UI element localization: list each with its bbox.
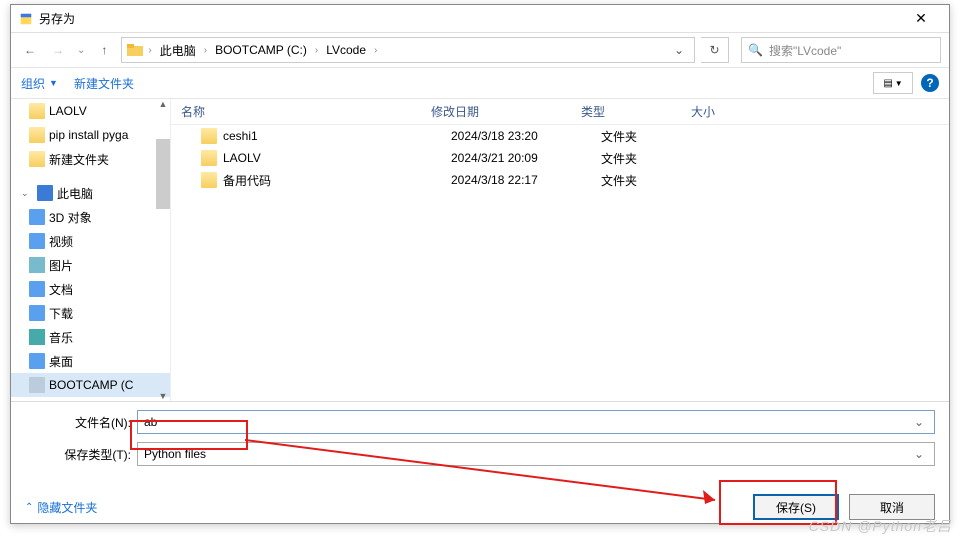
tree-item[interactable]: 桌面 <box>11 349 170 373</box>
chevron-right-icon[interactable]: › <box>313 45 320 56</box>
tree-item[interactable]: 文档 <box>11 277 170 301</box>
titlebar: 另存为 ✕ <box>11 5 949 33</box>
save-button[interactable]: 保存(S) <box>753 494 839 520</box>
chevron-down-icon[interactable]: ⌄ <box>910 415 928 429</box>
search-box[interactable]: 🔍 搜索"LVcode" <box>741 37 941 63</box>
nav-tree[interactable]: ▲ LAOLV pip install pyga 新建文件夹 ⌄此电脑 3D 对… <box>11 99 171 401</box>
tree-item[interactable]: 3D 对象 <box>11 205 170 229</box>
search-icon: 🔍 <box>748 43 763 57</box>
chevron-down-icon[interactable]: ⌄ <box>910 447 928 461</box>
col-date[interactable]: 修改日期 <box>421 103 571 120</box>
chevron-right-icon[interactable]: › <box>202 45 209 56</box>
chevron-right-icon[interactable]: › <box>372 45 379 56</box>
scrollbar-thumb[interactable] <box>156 139 170 209</box>
window-title: 另存为 <box>39 10 901 27</box>
tree-item[interactable]: 下载 <box>11 301 170 325</box>
scroll-up-icon[interactable]: ▲ <box>158 99 168 109</box>
pc-icon <box>37 185 53 201</box>
tree-group-pc[interactable]: ⌄此电脑 <box>11 181 170 205</box>
tree-item[interactable]: 新建文件夹 <box>11 147 170 171</box>
chevron-up-icon: ⌃ <box>25 502 33 513</box>
breadcrumb-seg-1[interactable]: BOOTCAMP (C:) <box>211 41 311 59</box>
footer: ⌃ 隐藏文件夹 保存(S) 取消 <box>11 484 949 530</box>
history-dropdown[interactable]: ⌄ <box>75 45 87 56</box>
desktop-icon <box>29 353 45 369</box>
documents-icon <box>29 281 45 297</box>
folder-icon <box>201 128 217 144</box>
folder-icon <box>126 41 144 59</box>
toolbar: 组织 ▼ 新建文件夹 ▤▼ ? <box>11 67 949 99</box>
savetype-field: 保存类型(T): Python files ⌄ <box>25 442 935 466</box>
close-icon[interactable]: ✕ <box>901 10 941 27</box>
downloads-icon <box>29 305 45 321</box>
filename-input-wrap[interactable]: ⌄ <box>137 410 935 434</box>
3d-icon <box>29 209 45 225</box>
folder-icon <box>29 151 45 167</box>
video-icon <box>29 233 45 249</box>
tree-item[interactable]: LAOLV <box>11 99 170 123</box>
savetype-label: 保存类型(T): <box>25 446 137 463</box>
list-body: ceshi1 2024/3/18 23:20 文件夹 LAOLV 2024/3/… <box>171 125 949 191</box>
col-name[interactable]: 名称 <box>171 103 421 120</box>
filename-field: 文件名(N): ⌄ <box>25 410 935 434</box>
hide-folders-toggle[interactable]: ⌃ 隐藏文件夹 <box>25 499 97 516</box>
organize-menu[interactable]: 组织 ▼ <box>21 75 58 92</box>
breadcrumb-seg-2[interactable]: LVcode <box>322 41 370 59</box>
cancel-button[interactable]: 取消 <box>849 494 935 520</box>
tree-item[interactable]: 音乐 <box>11 325 170 349</box>
scroll-down-icon[interactable]: ▼ <box>158 391 168 401</box>
new-folder-button[interactable]: 新建文件夹 <box>74 75 134 92</box>
search-placeholder: 搜索"LVcode" <box>769 42 841 59</box>
list-row[interactable]: LAOLV 2024/3/21 20:09 文件夹 <box>191 147 949 169</box>
music-icon <box>29 329 45 345</box>
expand-icon[interactable]: ⌄ <box>21 188 33 199</box>
folder-icon <box>201 150 217 166</box>
app-icon <box>19 12 33 26</box>
chevron-right-icon[interactable]: › <box>146 45 153 56</box>
breadcrumb-seg-0[interactable]: 此电脑 <box>156 40 200 61</box>
filename-input[interactable] <box>144 415 910 429</box>
body: ▲ LAOLV pip install pyga 新建文件夹 ⌄此电脑 3D 对… <box>11 99 949 401</box>
folder-icon <box>29 127 45 143</box>
pictures-icon <box>29 257 45 273</box>
saveas-window: 另存为 ✕ ← → ⌄ ↑ › 此电脑 › BOOTCAMP (C:) › LV… <box>10 4 950 524</box>
forward-button[interactable]: → <box>47 39 69 61</box>
folder-icon <box>201 172 217 188</box>
list-row[interactable]: 备用代码 2024/3/18 22:17 文件夹 <box>191 169 949 191</box>
nav-row: ← → ⌄ ↑ › 此电脑 › BOOTCAMP (C:) › LVcode ›… <box>11 33 949 67</box>
back-button[interactable]: ← <box>19 39 41 61</box>
help-icon[interactable]: ? <box>921 74 939 92</box>
list-row[interactable]: ceshi1 2024/3/18 23:20 文件夹 <box>191 125 949 147</box>
bottom-panel: 文件名(N): ⌄ 保存类型(T): Python files ⌄ <box>11 401 949 484</box>
col-type[interactable]: 类型 <box>571 103 681 120</box>
savetype-select[interactable]: Python files ⌄ <box>137 442 935 466</box>
address-dropdown-icon[interactable]: ⌄ <box>668 43 690 57</box>
col-size[interactable]: 大小 <box>681 103 761 120</box>
drive-icon <box>29 377 45 393</box>
tree-item-selected[interactable]: BOOTCAMP (C <box>11 373 170 397</box>
tree-item[interactable]: pip install pyga <box>11 123 170 147</box>
address-bar[interactable]: › 此电脑 › BOOTCAMP (C:) › LVcode › ⌄ <box>121 37 695 63</box>
list-header: 名称 修改日期 类型 大小 <box>171 99 949 125</box>
up-button[interactable]: ↑ <box>93 39 115 61</box>
tree-item[interactable]: 视频 <box>11 229 170 253</box>
view-options-button[interactable]: ▤▼ <box>873 72 913 94</box>
refresh-button[interactable]: ↻ <box>701 37 729 63</box>
savetype-value: Python files <box>144 447 206 461</box>
tree-item[interactable]: 图片 <box>11 253 170 277</box>
filename-label: 文件名(N): <box>25 414 137 431</box>
file-list: 名称 修改日期 类型 大小 ceshi1 2024/3/18 23:20 文件夹… <box>171 99 949 401</box>
chevron-down-icon: ▼ <box>49 78 58 88</box>
folder-icon <box>29 103 45 119</box>
